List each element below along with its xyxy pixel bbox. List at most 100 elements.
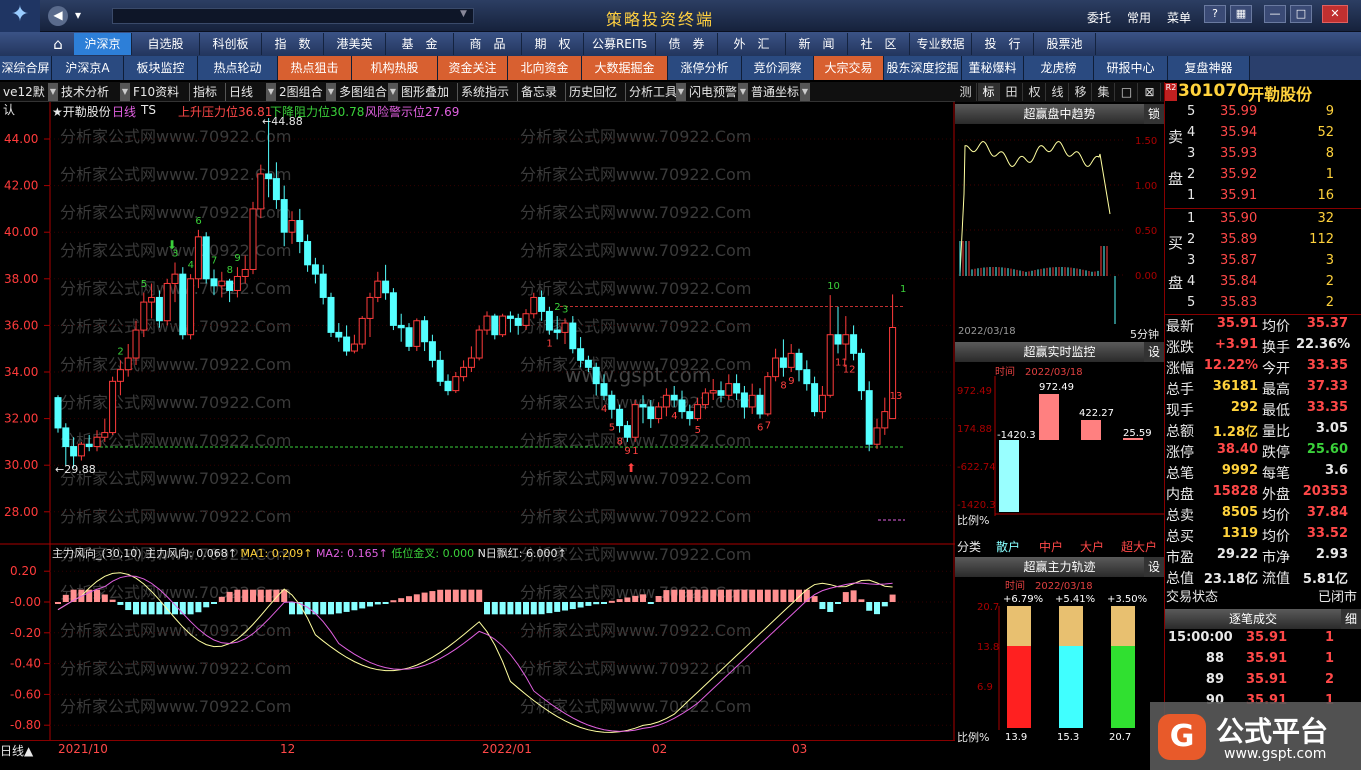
- nav-tab[interactable]: 港美英: [324, 33, 386, 55]
- dropdown-icon[interactable]: ▾: [70, 6, 86, 26]
- panel-tab[interactable]: 移: [1070, 83, 1092, 101]
- stat-value: 22.36%: [1296, 337, 1351, 352]
- dropdown-icon[interactable]: ▼: [266, 83, 276, 101]
- dropdown-icon[interactable]: ▼: [388, 83, 398, 101]
- subnav-tab[interactable]: 涨停分析: [668, 56, 742, 80]
- toolbar-item[interactable]: 图形叠加: [398, 83, 458, 101]
- monitor-chart: 972.49 174.88 -622.74 -1420.3 -1420.3 972.49 4…: [957, 376, 1164, 516]
- nav-tab[interactable]: 指 数: [262, 33, 324, 55]
- subnav-tab[interactable]: 机构热股: [352, 56, 438, 80]
- candle-body: [210, 278, 218, 287]
- subnav-tab[interactable]: 热点狙击: [278, 56, 352, 80]
- subnav-tab[interactable]: 竞价洞察: [742, 56, 814, 80]
- panel-tab[interactable]: □: [1116, 83, 1138, 101]
- watermark-text: 分析家公式网www.70922.Com: [520, 203, 751, 222]
- ticks-title: 逐笔成交: [1165, 609, 1341, 629]
- subnav-tab[interactable]: 深综合屏: [0, 56, 52, 80]
- home-icon[interactable]: ⌂: [44, 33, 72, 55]
- indicator-bar: [476, 589, 483, 602]
- dropdown-icon[interactable]: ▼: [48, 83, 58, 101]
- dropdown-icon[interactable]: ▼: [738, 83, 748, 101]
- dropdown-icon[interactable]: ▼: [326, 83, 336, 101]
- ticks-detail-button[interactable]: 细: [1341, 609, 1361, 629]
- monitor-settings-button[interactable]: 设: [1144, 342, 1164, 362]
- toolbar-item[interactable]: F10资料: [130, 83, 190, 101]
- help-icon[interactable]: ?: [1204, 5, 1226, 23]
- monitor-y-tick: 972.49: [957, 386, 992, 397]
- nav-tab[interactable]: 股票池: [1034, 33, 1096, 55]
- stat-value: 35.91: [1216, 316, 1258, 331]
- nav-tab[interactable]: 商 品: [454, 33, 522, 55]
- monitor-ratio-label: 比例%: [957, 514, 990, 527]
- nav-tab[interactable]: 债 券: [656, 33, 718, 55]
- subnav-tab[interactable]: 龙虎榜: [1024, 56, 1094, 80]
- minimize-button[interactable]: —: [1264, 5, 1286, 23]
- subnav-tab[interactable]: 大宗交易: [814, 56, 884, 80]
- nav-tab[interactable]: 外 汇: [718, 33, 786, 55]
- maximize-button[interactable]: □: [1290, 5, 1312, 23]
- panel-tab[interactable]: 权: [1024, 83, 1046, 101]
- subnav-tab[interactable]: 资金关注: [438, 56, 508, 80]
- kline-chart[interactable]: 分析家公式网www.70922.Com 分析家公式网www.70922.Com 分析…: [0, 102, 955, 742]
- stat-value: 38.40: [1216, 442, 1258, 457]
- nav-tab[interactable]: 投 行: [972, 33, 1034, 55]
- subnav-tab[interactable]: 热点轮动: [198, 56, 278, 80]
- indicator-bar: [55, 602, 61, 604]
- candle-body: [857, 352, 865, 392]
- toolbar-item[interactable]: 系统指示: [458, 83, 518, 101]
- indicator-bar: [156, 602, 163, 615]
- candle-body: [171, 273, 179, 284]
- nav-tab[interactable]: 公募REITs: [584, 33, 656, 55]
- nav-tab[interactable]: 沪深京: [74, 33, 132, 55]
- period-switch[interactable]: 日线▲: [0, 742, 33, 759]
- nav-tab[interactable]: 专业数据: [910, 33, 972, 55]
- subnav-tab[interactable]: 北向资金: [508, 56, 582, 80]
- indicator-bar: [289, 602, 295, 615]
- panel-tab[interactable]: ⊠: [1139, 83, 1161, 101]
- menu-main[interactable]: 菜单: [1167, 9, 1191, 26]
- address-input[interactable]: [112, 8, 474, 24]
- indicator-bar: [320, 602, 327, 615]
- intraday-date: 2022/03/18: [958, 326, 1016, 337]
- subnav-tab[interactable]: 董秘爆料: [962, 56, 1024, 80]
- panel-tab[interactable]: 标: [978, 83, 1000, 101]
- nav-tab[interactable]: 基 金: [386, 33, 454, 55]
- indicator-y-tick: -0.80: [10, 718, 41, 732]
- dropdown-icon[interactable]: ▼: [800, 83, 810, 101]
- subnav-tab[interactable]: 板块监控: [124, 56, 198, 80]
- subnav-tab[interactable]: 大数据掘金: [582, 56, 668, 80]
- nav-tab[interactable]: 自选股: [132, 33, 200, 55]
- nav-tab[interactable]: 新 闻: [786, 33, 848, 55]
- nav-tab[interactable]: 社 区: [848, 33, 910, 55]
- candle-body: [436, 359, 444, 382]
- toolbar-item[interactable]: 备忘录: [518, 83, 566, 101]
- nav-tab[interactable]: 期 权: [522, 33, 584, 55]
- toolbar-item[interactable]: 历史回忆: [566, 83, 626, 101]
- menu-entrust[interactable]: 委托: [1087, 9, 1111, 26]
- panel-tab[interactable]: 集: [1093, 83, 1115, 101]
- address-dropdown-icon[interactable]: ▼: [460, 9, 467, 19]
- ask-price: 35.94: [1220, 125, 1258, 140]
- menu-common[interactable]: 常用: [1127, 9, 1151, 26]
- subnav-tab[interactable]: 沪深京A: [52, 56, 124, 80]
- indicator-bar: [257, 589, 264, 602]
- toolbar-item[interactable]: 指标: [190, 83, 226, 101]
- lock-button[interactable]: 锁: [1144, 104, 1164, 124]
- dropdown-icon[interactable]: ▼: [676, 83, 686, 101]
- close-button[interactable]: ✕: [1322, 5, 1348, 23]
- panel-tab[interactable]: 线: [1047, 83, 1069, 101]
- risk-warning-label: 风险警示位27.69: [365, 105, 460, 119]
- count-label: 12: [843, 364, 856, 375]
- stat-value: 9992: [1221, 463, 1258, 478]
- panel-tab[interactable]: 测: [955, 83, 977, 101]
- nav-tab[interactable]: 科创板: [200, 33, 262, 55]
- subnav-tab[interactable]: 股东深度挖掘: [884, 56, 962, 80]
- dropdown-icon[interactable]: ▼: [120, 83, 130, 101]
- panel-tab[interactable]: 田: [1001, 83, 1023, 101]
- back-icon[interactable]: ◀: [48, 6, 68, 26]
- subnav-tab[interactable]: 复盘神器: [1168, 56, 1250, 80]
- skin-icon[interactable]: ▦: [1230, 5, 1252, 23]
- bid-level: 4: [1187, 274, 1196, 289]
- subnav-tab[interactable]: 研报中心: [1094, 56, 1168, 80]
- track-settings-button[interactable]: 设: [1144, 557, 1164, 577]
